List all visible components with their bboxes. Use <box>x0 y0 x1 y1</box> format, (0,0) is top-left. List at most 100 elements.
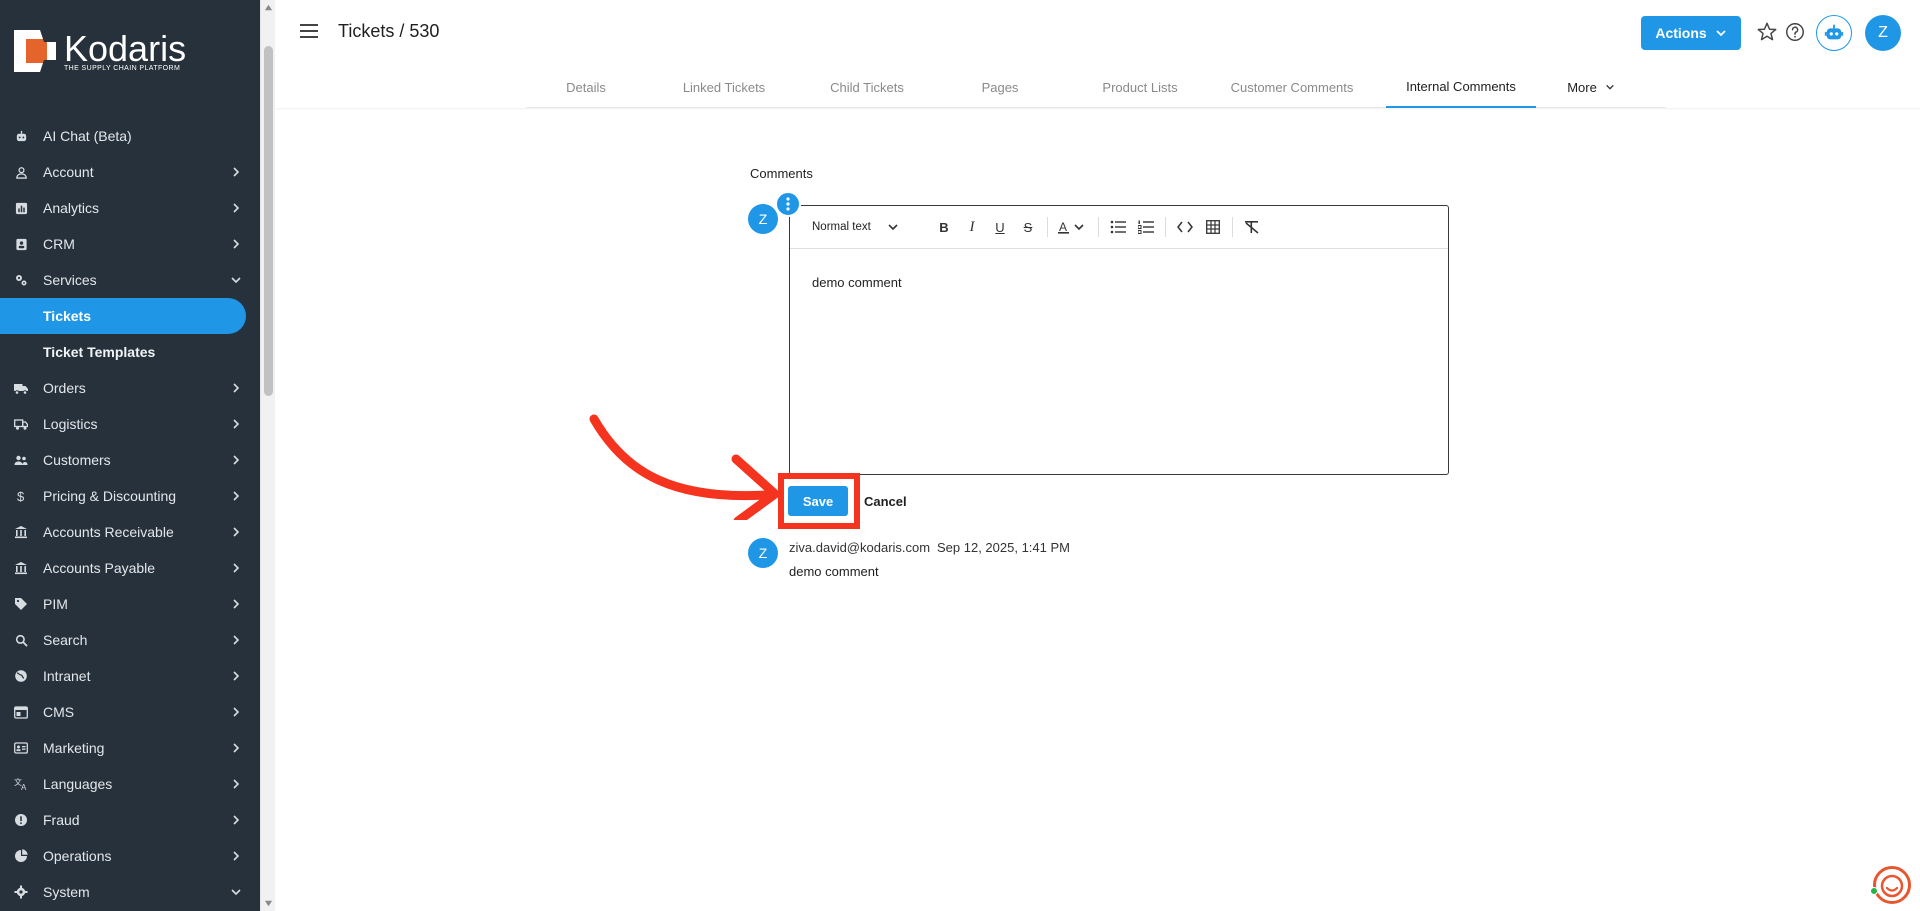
tab-internal-comments[interactable]: Internal Comments <box>1386 66 1536 108</box>
shipping-icon <box>14 417 28 431</box>
truck-icon <box>14 381 28 395</box>
page-title: Tickets / 530 <box>338 21 440 41</box>
sidebar-item-cms[interactable]: CMS <box>0 694 260 730</box>
text-format-value: Normal text <box>812 221 871 233</box>
user-avatar[interactable]: Z <box>1865 15 1901 51</box>
sidebar-item-accounts-receivable[interactable]: Accounts Receivable <box>0 514 260 550</box>
brand-tagline: THE SUPPLY CHAIN PLATFORM <box>64 64 181 72</box>
sidebar-item-orders[interactable]: Orders <box>0 370 260 406</box>
web-icon <box>14 705 28 719</box>
chevron-right-icon <box>233 599 240 609</box>
sidebar-item-logistics[interactable]: Logistics <box>0 406 260 442</box>
people-icon <box>14 453 28 467</box>
scroll-down-arrow-icon[interactable] <box>264 899 273 908</box>
kodaris-logo[interactable]: Kodaris THE SUPPLY CHAIN PLATFORM <box>14 30 186 72</box>
tab-label: More <box>1567 79 1597 95</box>
chevron-right-icon <box>233 203 240 213</box>
dollar-icon: $ <box>14 489 28 503</box>
comment-options-button[interactable] <box>775 191 801 217</box>
star-icon[interactable] <box>1756 21 1778 43</box>
tabs-divider <box>276 108 1920 110</box>
clear-formatting-icon[interactable] <box>1238 213 1266 241</box>
scrollbar-thumb[interactable] <box>264 46 273 396</box>
strikethrough-icon[interactable]: S <box>1014 213 1042 241</box>
bullet-list-icon[interactable] <box>1104 213 1132 241</box>
editor-text-area[interactable]: demo comment <box>790 249 1448 316</box>
sidebar-nav: AI Chat (Beta) Account Analytics CRM Service… <box>0 118 260 910</box>
italic-icon[interactable]: I <box>958 213 986 241</box>
sidebar-item-label: Search <box>43 632 88 648</box>
sidebar-item-label: Ticket Templates <box>43 344 156 360</box>
tab-product-lists[interactable]: Product Lists <box>1074 66 1206 108</box>
chart-icon <box>14 201 28 215</box>
chevron-right-icon <box>233 743 240 753</box>
sidebar-item-analytics[interactable]: Analytics <box>0 190 260 226</box>
help-icon[interactable] <box>1784 21 1806 43</box>
sidebar-item-label: Customers <box>43 452 111 468</box>
sidebar-item-operations[interactable]: Operations <box>0 838 260 874</box>
comment-editor[interactable]: Normal text B I U S A demo comment <box>789 205 1449 475</box>
sidebar-item-services[interactable]: Services <box>0 262 260 298</box>
tag-icon <box>14 597 28 611</box>
tab-customer-comments[interactable]: Customer Comments <box>1206 66 1378 108</box>
more-vertical-icon <box>786 197 790 211</box>
sidebar-item-marketing[interactable]: Marketing <box>0 730 260 766</box>
hamburger-menu-icon[interactable] <box>300 24 318 38</box>
search-icon <box>14 633 28 647</box>
sidebar-item-intranet[interactable]: Intranet <box>0 658 260 694</box>
bold-icon[interactable]: B <box>930 213 958 241</box>
sidebar-item-pim[interactable]: PIM <box>0 586 260 622</box>
tab-pages[interactable]: Pages <box>942 66 1058 108</box>
sidebar-item-customers[interactable]: Customers <box>0 442 260 478</box>
numbered-list-icon[interactable] <box>1132 213 1160 241</box>
sidebar-item-fraud[interactable]: Fraud <box>0 802 260 838</box>
save-button[interactable]: Save <box>788 486 848 516</box>
translate-icon: 文A <box>14 777 28 791</box>
svg-text:A: A <box>21 783 27 791</box>
actions-button-label: Actions <box>1655 25 1707 41</box>
sidebar-item-system[interactable]: System <box>0 874 260 910</box>
toolbar-separator <box>1047 217 1048 237</box>
gears-icon <box>14 273 28 287</box>
comment-entry-body: demo comment <box>789 564 879 579</box>
code-icon[interactable] <box>1171 213 1199 241</box>
sidebar-item-label: CMS <box>43 704 75 720</box>
toolbar-separator <box>1165 217 1166 237</box>
sidebar-item-ai-chat-beta[interactable]: AI Chat (Beta) <box>0 118 260 154</box>
sidebar-item-crm[interactable]: CRM <box>0 226 260 262</box>
sidebar-item-accounts-payable[interactable]: Accounts Payable <box>0 550 260 586</box>
support-chat-widget[interactable] <box>1873 866 1911 904</box>
sidebar-item-search[interactable]: Search <box>0 622 260 658</box>
text-format-select[interactable]: Normal text <box>812 221 930 233</box>
comment-author-avatar: Z <box>748 204 778 234</box>
tab-label: Internal Comments <box>1406 78 1516 94</box>
sidebar-item-pricing-discounting[interactable]: $ Pricing & Discounting <box>0 478 260 514</box>
sidebar-item-tickets[interactable]: Tickets <box>0 298 246 334</box>
scroll-up-arrow-icon[interactable] <box>264 3 273 12</box>
ai-assistant-button[interactable] <box>1816 15 1852 51</box>
underline-icon[interactable]: U <box>986 213 1014 241</box>
sidebar-item-label: Intranet <box>43 668 91 684</box>
sidebar-item-label: Languages <box>43 776 113 792</box>
sidebar-item-label: Accounts Receivable <box>43 524 174 540</box>
sidebar-item-label: System <box>43 884 90 900</box>
chevron-down-icon <box>1606 84 1614 90</box>
robot-icon <box>14 129 28 143</box>
chevron-right-icon <box>233 779 240 789</box>
chevron-right-icon <box>233 455 240 465</box>
chevron-right-icon <box>233 563 240 573</box>
sidebar-item-languages[interactable]: 文 A Languages <box>0 766 260 802</box>
cancel-button[interactable]: Cancel <box>864 494 907 509</box>
chevron-right-icon <box>233 671 240 681</box>
tab-child-tickets[interactable]: Child Tickets <box>801 66 933 108</box>
tab-details[interactable]: Details <box>526 66 646 108</box>
table-icon[interactable] <box>1199 213 1227 241</box>
text-color-icon[interactable]: A <box>1053 213 1093 241</box>
sidebar-item-account[interactable]: Account <box>0 154 260 190</box>
sidebar-scrollbar[interactable] <box>260 0 275 911</box>
tab-linked-tickets[interactable]: Linked Tickets <box>654 66 794 108</box>
tab-label: Linked Tickets <box>682 79 766 95</box>
actions-button[interactable]: Actions <box>1641 16 1741 50</box>
tab-more[interactable]: More <box>1536 66 1646 108</box>
sidebar-item-ticket-templates[interactable]: Ticket Templates <box>0 334 260 370</box>
